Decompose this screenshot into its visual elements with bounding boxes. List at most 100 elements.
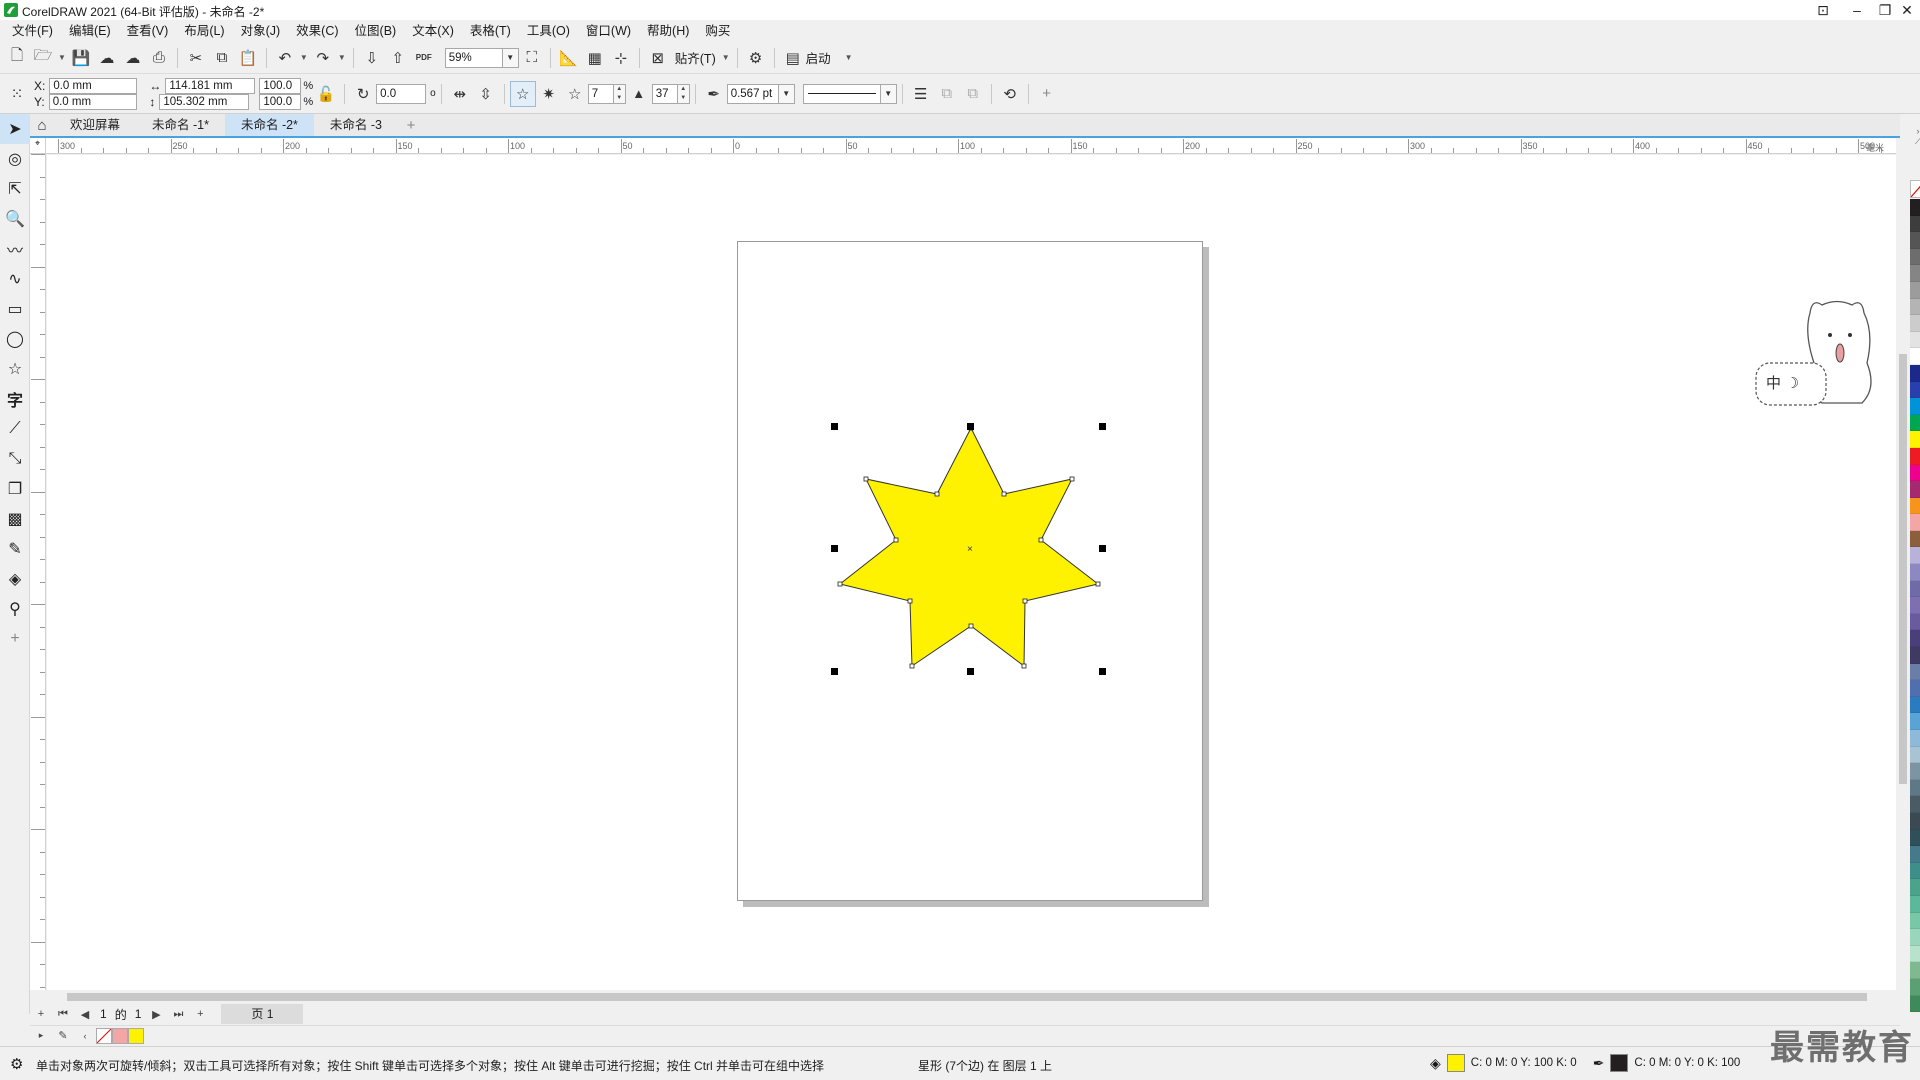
palette-swatch[interactable] — [1910, 215, 1920, 233]
star-node[interactable] — [1001, 491, 1007, 497]
palette-swatch[interactable] — [1910, 315, 1920, 332]
palette-swatch[interactable] — [1910, 945, 1920, 963]
doc-palette-none-swatch[interactable] — [96, 1027, 112, 1044]
status-gear-icon[interactable]: ⚙ — [10, 1055, 23, 1073]
star-node[interactable] — [1021, 663, 1027, 669]
palette-swatch[interactable] — [1910, 912, 1920, 930]
palette-swatch[interactable] — [1910, 514, 1920, 531]
outline-pen-status-icon: ✒ — [1592, 1054, 1605, 1071]
doc-palette-yellow-swatch[interactable] — [128, 1027, 144, 1044]
palette-swatch[interactable] — [1910, 630, 1920, 648]
palette-swatch[interactable] — [1910, 730, 1920, 747]
palette-swatch[interactable] — [1910, 530, 1920, 548]
palette-swatch[interactable] — [1910, 348, 1920, 365]
palette-swatch[interactable] — [1910, 746, 1920, 764]
palette-swatch[interactable] — [1910, 481, 1920, 498]
doc-palette-eyedropper-icon[interactable]: ✎ — [52, 1029, 74, 1042]
mascot-ime-label: 中 ☽ — [1766, 374, 1799, 392]
palette-swatch[interactable] — [1910, 331, 1920, 349]
current-page-number: 1 — [100, 1007, 107, 1021]
previous-page-icon[interactable]: ◀ — [74, 1008, 96, 1021]
first-page-icon[interactable]: ⏮ — [52, 1008, 74, 1021]
palette-swatch[interactable] — [1910, 929, 1920, 946]
star-node[interactable] — [1069, 476, 1075, 482]
outline-color-swatch[interactable] — [1610, 1054, 1629, 1072]
fill-cmyk-values: C: 0 M: 0 Y: 100 K: 0 — [1470, 1057, 1577, 1069]
palette-swatch[interactable] — [1910, 398, 1920, 415]
palette-swatch[interactable] — [1910, 995, 1920, 1013]
palette-swatch[interactable] — [1910, 680, 1920, 697]
star-node[interactable] — [907, 598, 913, 604]
palette-swatch[interactable] — [1910, 281, 1920, 299]
palette-swatch[interactable] — [1910, 696, 1920, 714]
horizontal-scrollbar[interactable] — [47, 990, 1896, 1004]
palette-swatch[interactable] — [1910, 232, 1920, 249]
ime-mascot-cat[interactable]: 中 ☽ — [1752, 293, 1892, 413]
palette-arrows-icon[interactable]: › ⟋ — [1910, 126, 1920, 176]
star-node[interactable] — [863, 476, 869, 482]
palette-swatch[interactable] — [1910, 962, 1920, 979]
page-tab[interactable]: 页 1 — [221, 1004, 304, 1024]
center-marker-icon: × — [967, 544, 973, 555]
fill-bucket-icon: ◈ — [1430, 1054, 1441, 1071]
palette-swatch[interactable] — [1910, 580, 1920, 598]
palette-swatch[interactable] — [1910, 713, 1920, 730]
palette-swatch[interactable] — [1910, 265, 1920, 282]
palette-swatch[interactable] — [1910, 364, 1920, 382]
palette-swatch[interactable] — [1910, 812, 1920, 830]
page-of-label: 的 — [114, 1007, 127, 1022]
page-navigator: + ⏮ ◀ 1 的 1 ▶ ⏭ + 页 1 — [30, 1004, 1900, 1024]
doc-palette-expand-icon[interactable]: ▸ — [30, 1030, 52, 1041]
add-page-after-icon[interactable]: + — [189, 1008, 211, 1020]
palette-swatch[interactable] — [1910, 564, 1920, 581]
doc-palette-pink-swatch[interactable] — [112, 1027, 128, 1044]
vertical-scrollbar[interactable] — [1896, 154, 1910, 990]
no-color-swatch[interactable] — [1910, 180, 1920, 198]
star-node[interactable] — [1095, 581, 1101, 587]
star-node[interactable] — [1038, 537, 1044, 543]
palette-swatch[interactable] — [1910, 597, 1920, 614]
star-node[interactable] — [893, 537, 899, 543]
palette-swatch[interactable] — [1910, 779, 1920, 797]
vertical-scroll-thumb[interactable] — [1899, 354, 1907, 784]
palette-swatch[interactable] — [1910, 248, 1920, 266]
palette-swatch[interactable] — [1910, 298, 1920, 316]
palette-swatch[interactable] — [1910, 763, 1920, 780]
horizontal-scroll-thumb[interactable] — [67, 993, 1867, 1001]
watermark-text: 最需教育 — [1770, 1029, 1914, 1067]
selected-object-info: 星形 (7个边) 在 图层 1 上 — [918, 1059, 1053, 1073]
palette-swatch[interactable] — [1910, 497, 1920, 515]
palette-swatch[interactable] — [1910, 846, 1920, 863]
palette-swatch[interactable] — [1910, 647, 1920, 664]
palette-swatch[interactable] — [1910, 464, 1920, 482]
star-node[interactable] — [909, 663, 915, 669]
total-pages: 1 — [134, 1007, 142, 1021]
star-node[interactable] — [934, 491, 940, 497]
palette-swatch[interactable] — [1910, 381, 1920, 399]
document-palette: ▸ ✎ ‹ — [30, 1025, 1900, 1045]
palette-swatch[interactable] — [1910, 978, 1920, 996]
last-page-icon[interactable]: ⏭ — [167, 1008, 189, 1021]
status-hint-text: 单击对象两次可旋转/倾斜；双击工具可选择所有对象；按住 Shift 键单击可选择… — [36, 1059, 825, 1073]
star-node[interactable] — [1022, 598, 1028, 604]
palette-swatch[interactable] — [1910, 547, 1920, 565]
palette-swatch[interactable] — [1910, 613, 1920, 631]
next-page-icon[interactable]: ▶ — [145, 1008, 167, 1021]
palette-swatch[interactable] — [1910, 829, 1920, 847]
star-node[interactable] — [837, 581, 843, 587]
star-node[interactable] — [968, 623, 974, 629]
add-page-before-icon[interactable]: + — [30, 1008, 52, 1020]
palette-swatch[interactable] — [1910, 663, 1920, 681]
palette-swatch[interactable] — [1910, 414, 1920, 432]
fill-color-swatch[interactable] — [1446, 1054, 1465, 1072]
palette-swatch[interactable] — [1910, 447, 1920, 465]
color-palette — [1910, 199, 1920, 1039]
palette-swatch[interactable] — [1910, 879, 1920, 896]
palette-swatch[interactable] — [1910, 199, 1920, 216]
doc-palette-scroll-icon[interactable]: ‹ — [74, 1031, 96, 1041]
selection-overlay: × — [831, 423, 1106, 675]
palette-swatch[interactable] — [1910, 862, 1920, 880]
palette-swatch[interactable] — [1910, 431, 1920, 448]
palette-swatch[interactable] — [1910, 895, 1920, 913]
palette-swatch[interactable] — [1910, 796, 1920, 813]
